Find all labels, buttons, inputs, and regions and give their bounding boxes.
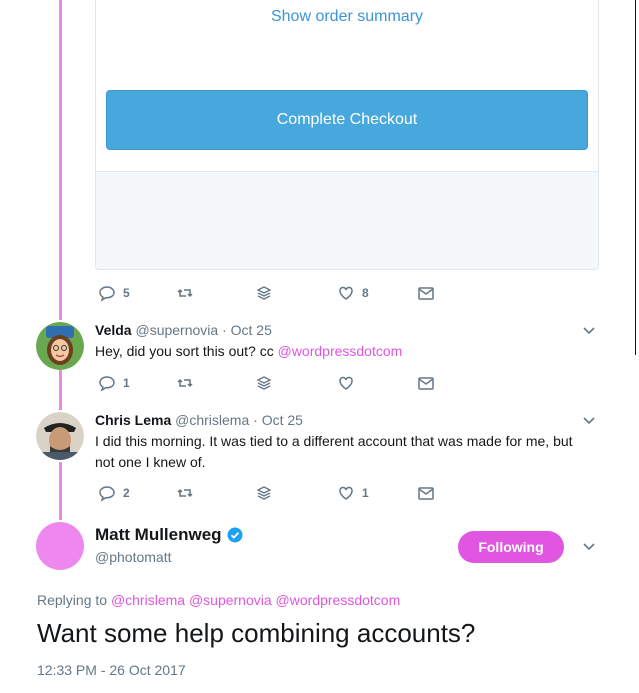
thread-line (59, 0, 62, 320)
stack-icon (256, 486, 272, 500)
author-name-row: Matt Mullenweg (95, 525, 243, 545)
author-handle[interactable]: @supernovia (135, 322, 218, 338)
replying-prefix: Replying to (37, 592, 111, 608)
author-name[interactable]: Matt Mullenweg (95, 525, 222, 545)
tweet-body: Hey, did you sort this out? cc (95, 343, 278, 359)
card-content: Show order summary Complete Checkout (96, 0, 598, 172)
avatar-image (36, 412, 84, 460)
chevron-down-icon[interactable] (582, 416, 596, 426)
author-name[interactable]: Velda (95, 322, 132, 338)
heart-icon (339, 286, 353, 300)
avatar[interactable] (36, 522, 84, 570)
retweet-icon (177, 378, 193, 388)
mail-icon (418, 287, 434, 300)
tweet-actions: 5 8 (0, 284, 639, 302)
mention-link[interactable]: @wordpressdotcom (278, 343, 403, 359)
like-count: 8 (362, 286, 369, 300)
mail-icon (418, 487, 434, 500)
reply-icon (99, 486, 115, 502)
reply-icon (99, 286, 115, 302)
tweet-body-line: not one I knew of. (95, 454, 206, 470)
reply-icon (99, 376, 115, 392)
retweet-icon (177, 288, 193, 298)
avatar[interactable] (36, 322, 84, 370)
retweet-button[interactable] (176, 284, 194, 302)
reply-button[interactable]: 1 (98, 374, 130, 392)
mention-link[interactable]: @supernovia (189, 592, 272, 608)
show-order-summary-link[interactable]: Show order summary (96, 8, 598, 26)
tweet-actions: 1 (0, 374, 639, 392)
author-name[interactable]: Chris Lema (95, 412, 171, 428)
heart-icon (339, 376, 353, 390)
tweet-actions: 2 1 (0, 484, 639, 502)
tweet-header: Chris Lema @chrislema · Oct 25 (95, 412, 303, 428)
reply-button[interactable]: 2 (98, 484, 130, 502)
stack-button[interactable] (255, 284, 273, 302)
like-button[interactable]: 8 (337, 284, 369, 302)
stack-icon (256, 286, 272, 300)
mention-link[interactable]: @chrislema (111, 592, 185, 608)
message-button[interactable] (417, 484, 435, 502)
reply-count: 1 (123, 376, 130, 390)
tweet-timestamp[interactable]: 12:33 PM - 26 Oct 2017 (37, 662, 186, 678)
retweet-icon (177, 488, 193, 498)
complete-checkout-button[interactable]: Complete Checkout (106, 90, 588, 150)
reply-button[interactable]: 5 (98, 284, 130, 302)
like-button[interactable] (337, 374, 362, 392)
retweet-button[interactable] (176, 484, 194, 502)
chevron-down-icon[interactable] (582, 542, 596, 552)
tweet-time[interactable]: · Oct 25 (253, 412, 303, 428)
tweet-body-line: I did this morning. It was tied to a dif… (95, 433, 573, 449)
tweet-time[interactable]: · Oct 25 (222, 322, 272, 338)
author-handle[interactable]: @photomatt (95, 549, 171, 565)
stack-button[interactable] (255, 374, 273, 392)
embedded-checkout-card: Show order summary Complete Checkout (95, 0, 599, 270)
message-button[interactable] (417, 374, 435, 392)
retweet-button[interactable] (176, 374, 194, 392)
like-button[interactable]: 1 (337, 484, 369, 502)
replying-to: Replying to @chrislema @supernovia @word… (37, 592, 400, 608)
chevron-down-icon[interactable] (582, 326, 596, 336)
tweet-text: Want some help combining accounts? (37, 618, 476, 648)
heart-icon (339, 486, 353, 500)
verified-badge-icon (227, 527, 243, 543)
tweet-text: I did this morning. It was tied to a dif… (95, 431, 595, 473)
like-count: 1 (362, 486, 369, 500)
avatar[interactable] (36, 412, 84, 460)
mail-icon (418, 377, 434, 390)
message-button[interactable] (417, 284, 435, 302)
stack-icon (256, 376, 272, 390)
following-button[interactable]: Following (458, 531, 564, 563)
author-handle[interactable]: @chrislema (175, 412, 249, 428)
reply-count: 2 (123, 486, 130, 500)
tweet-header: Velda @supernovia · Oct 25 (95, 322, 272, 338)
mention-link[interactable]: @wordpressdotcom (276, 592, 401, 608)
tweet-text: Hey, did you sort this out? cc @wordpres… (95, 341, 595, 362)
avatar-image (36, 322, 84, 370)
reply-count: 5 (123, 286, 130, 300)
stack-button[interactable] (255, 484, 273, 502)
